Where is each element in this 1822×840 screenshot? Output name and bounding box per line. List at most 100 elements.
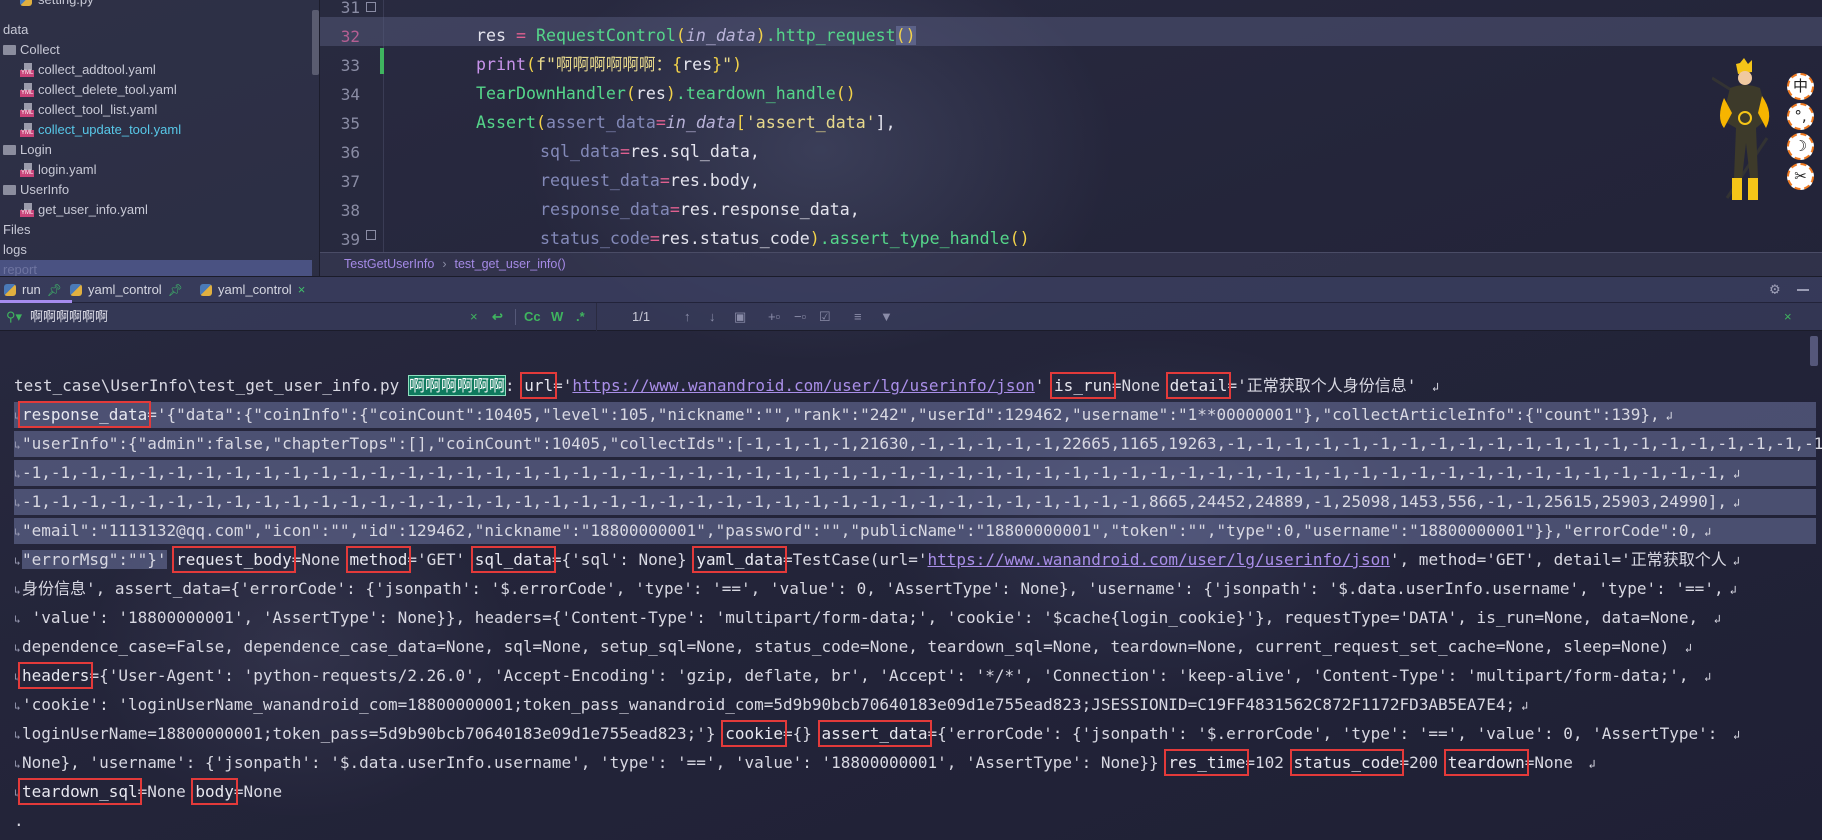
next-match-icon[interactable]: ↓ xyxy=(709,303,716,331)
vcs-change-marker xyxy=(380,48,384,74)
butterfly-icon[interactable]: ✂ xyxy=(1787,163,1814,190)
tree-item-label: Login xyxy=(20,142,52,157)
url-link[interactable]: https://www.wanandroid.com/user/lg/useri… xyxy=(572,376,1034,395)
match-case-toggle[interactable]: Cc xyxy=(524,303,541,331)
code-token: 'assert_data' xyxy=(745,113,876,132)
tree-item[interactable]: logs xyxy=(0,240,312,260)
fold-icon[interactable] xyxy=(366,2,376,12)
tree-item-label: collect_addtool.yaml xyxy=(38,62,156,77)
folder-icon xyxy=(3,45,16,55)
soft-wrap-continuation-icon: ↳ xyxy=(14,642,21,655)
code-token: = xyxy=(669,200,680,219)
tree-item[interactable]: setting.py xyxy=(0,0,312,10)
code-token: = xyxy=(619,142,630,161)
code-token: res xyxy=(682,55,713,74)
highlighted-field-name: cookie xyxy=(721,720,787,747)
console-text: ='{"data":{"coinInfo":{"coinCount":10405… xyxy=(147,405,1660,424)
clear-search-icon[interactable]: × xyxy=(470,303,478,331)
code-line[interactable]: print(f"啊啊啊啊啊啊：{res}") xyxy=(476,50,742,79)
match-count: 1/1 xyxy=(632,309,651,324)
url-link[interactable]: https://www.wanandroid.com/user/lg/useri… xyxy=(928,550,1390,569)
tree-item[interactable]: collect_update_tool.yaml xyxy=(0,120,312,140)
highlighted-field-name: teardown xyxy=(1443,749,1529,776)
tree-item[interactable]: report xyxy=(0,260,312,276)
tree-item[interactable]: data xyxy=(0,20,312,40)
close-search-icon[interactable]: × xyxy=(1784,303,1792,331)
previous-match-icon[interactable]: ↑ xyxy=(684,303,691,331)
tree-item[interactable]: login.yaml xyxy=(0,160,312,180)
regex-toggle[interactable]: .* xyxy=(576,303,585,331)
minimize-icon[interactable] xyxy=(1797,289,1809,291)
soft-wrap-icon: ↲ xyxy=(1665,409,1673,423)
code-token: sql_data xyxy=(540,142,620,161)
console-text: ={'User-Agent': 'python-requests/2.26.0'… xyxy=(89,666,1699,685)
code-line[interactable]: request_data=res.body, xyxy=(540,166,760,195)
tree-item[interactable]: collect_delete_tool.yaml xyxy=(0,80,312,100)
code-line[interactable]: response_data=res.response_data, xyxy=(540,195,860,224)
console-line: test_case\UserInfo\test_get_user_info.py… xyxy=(14,372,1439,399)
code-token: [ xyxy=(735,113,746,132)
tab-run[interactable]: run 📌︎ xyxy=(0,277,73,303)
pin-icon[interactable]: 📌︎ xyxy=(47,283,62,297)
breadcrumb-class[interactable]: TestGetUserInfo xyxy=(344,257,434,271)
breadcrumb-method[interactable]: test_get_user_info() xyxy=(455,257,566,271)
soft-wrap-continuation-icon: ↳ xyxy=(14,410,21,423)
folder-icon xyxy=(3,145,16,155)
code-token: .http_request xyxy=(765,26,896,45)
console-text: . xyxy=(14,811,24,830)
filter-icon[interactable]: ▼ xyxy=(880,303,893,331)
tree-item[interactable]: collect_tool_list.yaml xyxy=(0,100,312,120)
code-token: f"啊啊啊啊啊啊： xyxy=(535,55,673,74)
gear-icon[interactable]: ⚙ xyxy=(1770,279,1780,298)
add-occurrence-icon[interactable]: +▫ xyxy=(768,303,780,331)
anime-character-mascot[interactable] xyxy=(1712,58,1774,208)
search-input[interactable]: 啊啊啊啊啊啊 xyxy=(30,303,108,331)
code-token: assert_data xyxy=(545,113,656,132)
whole-words-toggle[interactable]: W xyxy=(551,303,563,331)
tree-item[interactable]: UserInfo xyxy=(0,180,312,200)
console-line: ↳dependence_case=False, dependence_case_… xyxy=(14,634,1692,660)
soft-wrap-icon: ↲ xyxy=(1729,583,1737,597)
console-text: ='GET' xyxy=(407,550,475,569)
tab-yaml-control[interactable]: yaml_control × xyxy=(200,277,305,303)
console-text: : xyxy=(504,376,525,395)
code-line[interactable]: Assert(assert_data=in_data['assert_data'… xyxy=(476,108,896,137)
console-scrollbar[interactable] xyxy=(1810,336,1818,366)
code-line[interactable]: res = RequestControl(in_data).http_reque… xyxy=(476,21,916,50)
select-all-icon[interactable]: ☑ xyxy=(819,303,831,331)
chinese-input-icon[interactable]: 中 xyxy=(1787,73,1814,100)
console-text: ', method='GET', detail='正常获取个人 xyxy=(1389,550,1727,569)
code-token: in_data xyxy=(685,26,756,45)
tree-item[interactable]: collect_addtool.yaml xyxy=(0,60,312,80)
code-line[interactable]: status_code=res.status_code).assert_type… xyxy=(540,224,1030,253)
project-tree-scrollbar[interactable] xyxy=(312,10,319,75)
fold-icon[interactable] xyxy=(366,230,376,240)
tree-item[interactable]: get_user_info.yaml xyxy=(0,200,312,220)
console-text: test_case\UserInfo\test_get_user_info.py xyxy=(14,376,409,395)
pin-icon[interactable]: 📌︎ xyxy=(168,283,183,297)
tab-yaml-control-pinned[interactable]: yaml_control 📌︎ xyxy=(70,277,183,303)
code-token: = xyxy=(655,113,666,132)
tree-item-label: collect_delete_tool.yaml xyxy=(38,82,177,97)
soft-wrap-icon: ↲ xyxy=(1704,525,1712,539)
filter-lines-icon[interactable]: ≡ xyxy=(854,303,862,331)
tree-item[interactable]: Collect xyxy=(0,40,312,60)
code-token: ( xyxy=(675,26,686,45)
remove-occurrence-icon[interactable]: −▫ xyxy=(794,303,806,331)
code-token: RequestControl xyxy=(535,26,676,45)
close-icon[interactable]: × xyxy=(298,282,306,297)
newline-toggle-icon[interactable]: ↩ xyxy=(492,303,503,331)
tree-item[interactable]: Files xyxy=(0,220,312,240)
punctuation-icon[interactable]: °, xyxy=(1787,103,1814,130)
search-icon[interactable]: ⚲▾ xyxy=(6,303,22,331)
code-line[interactable]: TearDownHandler(res).teardown_handle() xyxy=(476,79,856,108)
code-token: } xyxy=(712,55,723,74)
console-output[interactable]: test_case\UserInfo\test_get_user_info.py… xyxy=(0,331,1822,840)
moon-icon[interactable]: ☽ xyxy=(1787,133,1814,160)
select-all-occurrences-icon[interactable]: ▣ xyxy=(734,303,746,331)
tree-item[interactable]: Login xyxy=(0,140,312,160)
code-line[interactable]: sql_data=res.sql_data, xyxy=(540,137,760,166)
console-text: ={} xyxy=(783,724,822,743)
code-token: request_data xyxy=(540,171,660,190)
console-line: ↳ 'value': '18800000001', 'AssertType': … xyxy=(14,605,1721,631)
